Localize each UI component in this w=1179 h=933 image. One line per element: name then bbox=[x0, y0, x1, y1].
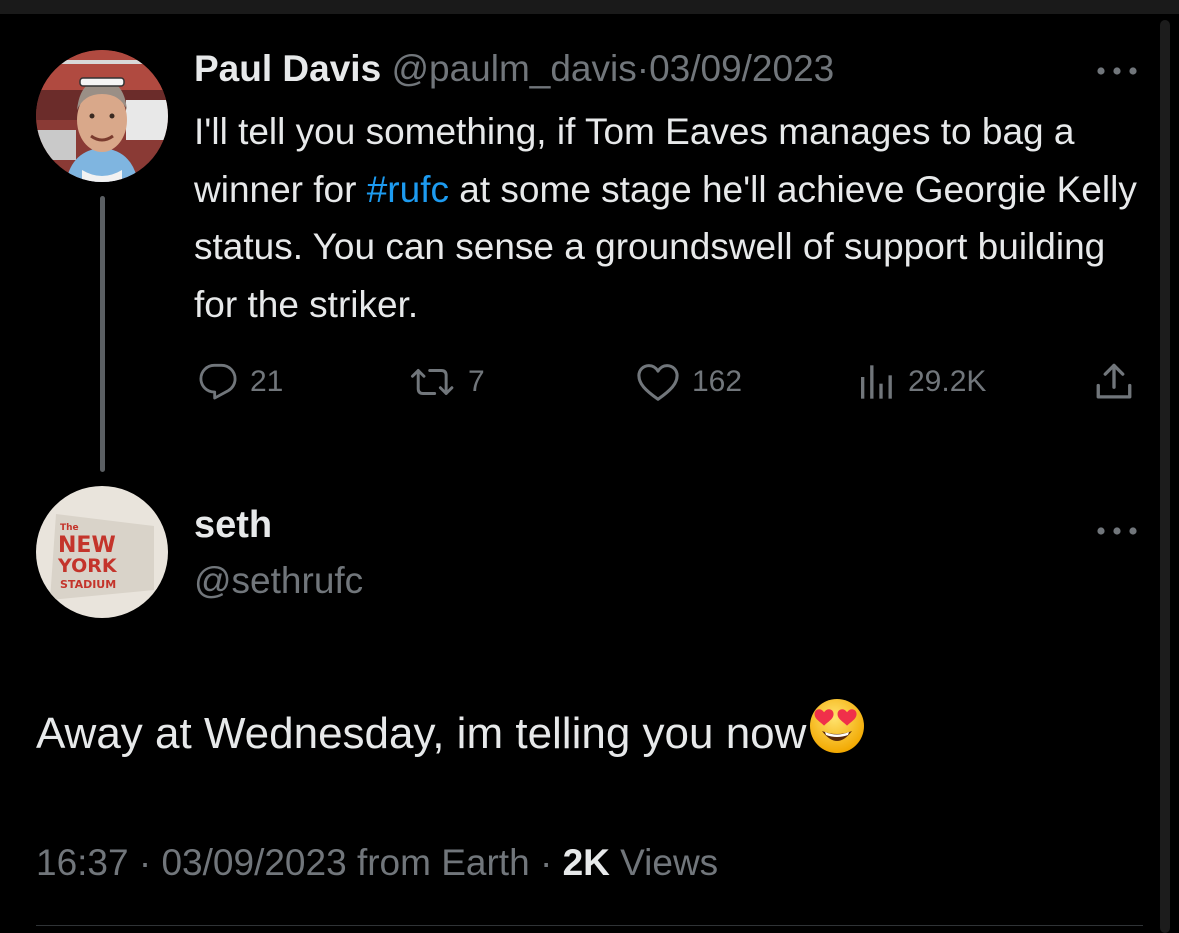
views-count: 2K bbox=[562, 842, 610, 883]
reply-icon bbox=[199, 363, 237, 400]
emoji-face bbox=[810, 699, 865, 753]
views-button[interactable]: 29.2K bbox=[856, 360, 986, 404]
parent-tweet-text: I'll tell you something, if Tom Eaves ma… bbox=[194, 103, 1154, 333]
author-name[interactable]: Paul Davis bbox=[194, 48, 381, 89]
header-separator: · bbox=[636, 48, 650, 89]
reply-author-handle[interactable]: @sethrufc bbox=[194, 556, 363, 606]
tweet-source: from Earth bbox=[356, 842, 530, 883]
retweet-count: 7 bbox=[468, 365, 485, 398]
top-bar bbox=[0, 0, 1179, 14]
reply-text: Away at Wednesday, im telling you now bbox=[36, 709, 807, 758]
meta-separator: · bbox=[138, 842, 152, 883]
retweet-button[interactable]: 7 bbox=[410, 360, 485, 404]
tweet-date[interactable]: 03/09/2023 bbox=[161, 842, 346, 883]
more-dots bbox=[1097, 527, 1137, 535]
divider bbox=[36, 925, 1143, 926]
like-count: 162 bbox=[692, 365, 743, 398]
like-icon bbox=[637, 364, 679, 401]
share-button[interactable] bbox=[1092, 360, 1148, 404]
tweet-metadata: 16:37 · 03/09/2023 from Earth · 2K Views bbox=[36, 838, 718, 888]
sign-text-stadium: STADIUM bbox=[60, 578, 116, 591]
more-icon[interactable] bbox=[1095, 518, 1139, 538]
views-count: 29.2K bbox=[908, 365, 987, 398]
views-label: Views bbox=[620, 842, 719, 883]
tweet-time[interactable]: 16:37 bbox=[36, 842, 129, 883]
tweet-date[interactable]: 03/09/2023 bbox=[649, 48, 834, 89]
retweet-icon bbox=[410, 369, 454, 395]
avatar-paul-davis[interactable] bbox=[36, 50, 168, 182]
hashtag-link[interactable]: #rufc bbox=[367, 169, 449, 210]
sign-text-york: YORK bbox=[57, 555, 118, 577]
reply-count: 21 bbox=[250, 365, 284, 398]
views-icon bbox=[861, 365, 892, 399]
sign-text-small: The bbox=[60, 523, 79, 533]
parent-tweet-header: Paul Davis @paulm_davis·03/09/2023 bbox=[194, 44, 834, 94]
avatar-seth[interactable]: The NEW YORK STADIUM bbox=[36, 486, 168, 618]
reply-author-name[interactable]: seth bbox=[194, 500, 272, 550]
heart-eyes-emoji-icon bbox=[808, 697, 866, 771]
author-handle[interactable]: @paulm_davis bbox=[391, 48, 636, 89]
reply-tweet-text: Away at Wednesday, im telling you now bbox=[36, 697, 866, 771]
more-icon[interactable] bbox=[1095, 58, 1139, 78]
meta-separator: · bbox=[539, 842, 553, 883]
profile-photo-stadium-sign: The NEW YORK STADIUM bbox=[36, 486, 168, 618]
tweet-actions: 21 7 162 29.2K bbox=[194, 360, 1144, 404]
scrollbar[interactable] bbox=[1160, 20, 1170, 933]
thread-connector-line bbox=[100, 196, 105, 472]
reply-button[interactable]: 21 bbox=[198, 360, 283, 404]
more-dots bbox=[1097, 67, 1137, 75]
profile-photo bbox=[36, 50, 168, 182]
share-icon bbox=[1096, 363, 1132, 399]
like-button[interactable]: 162 bbox=[636, 360, 742, 404]
